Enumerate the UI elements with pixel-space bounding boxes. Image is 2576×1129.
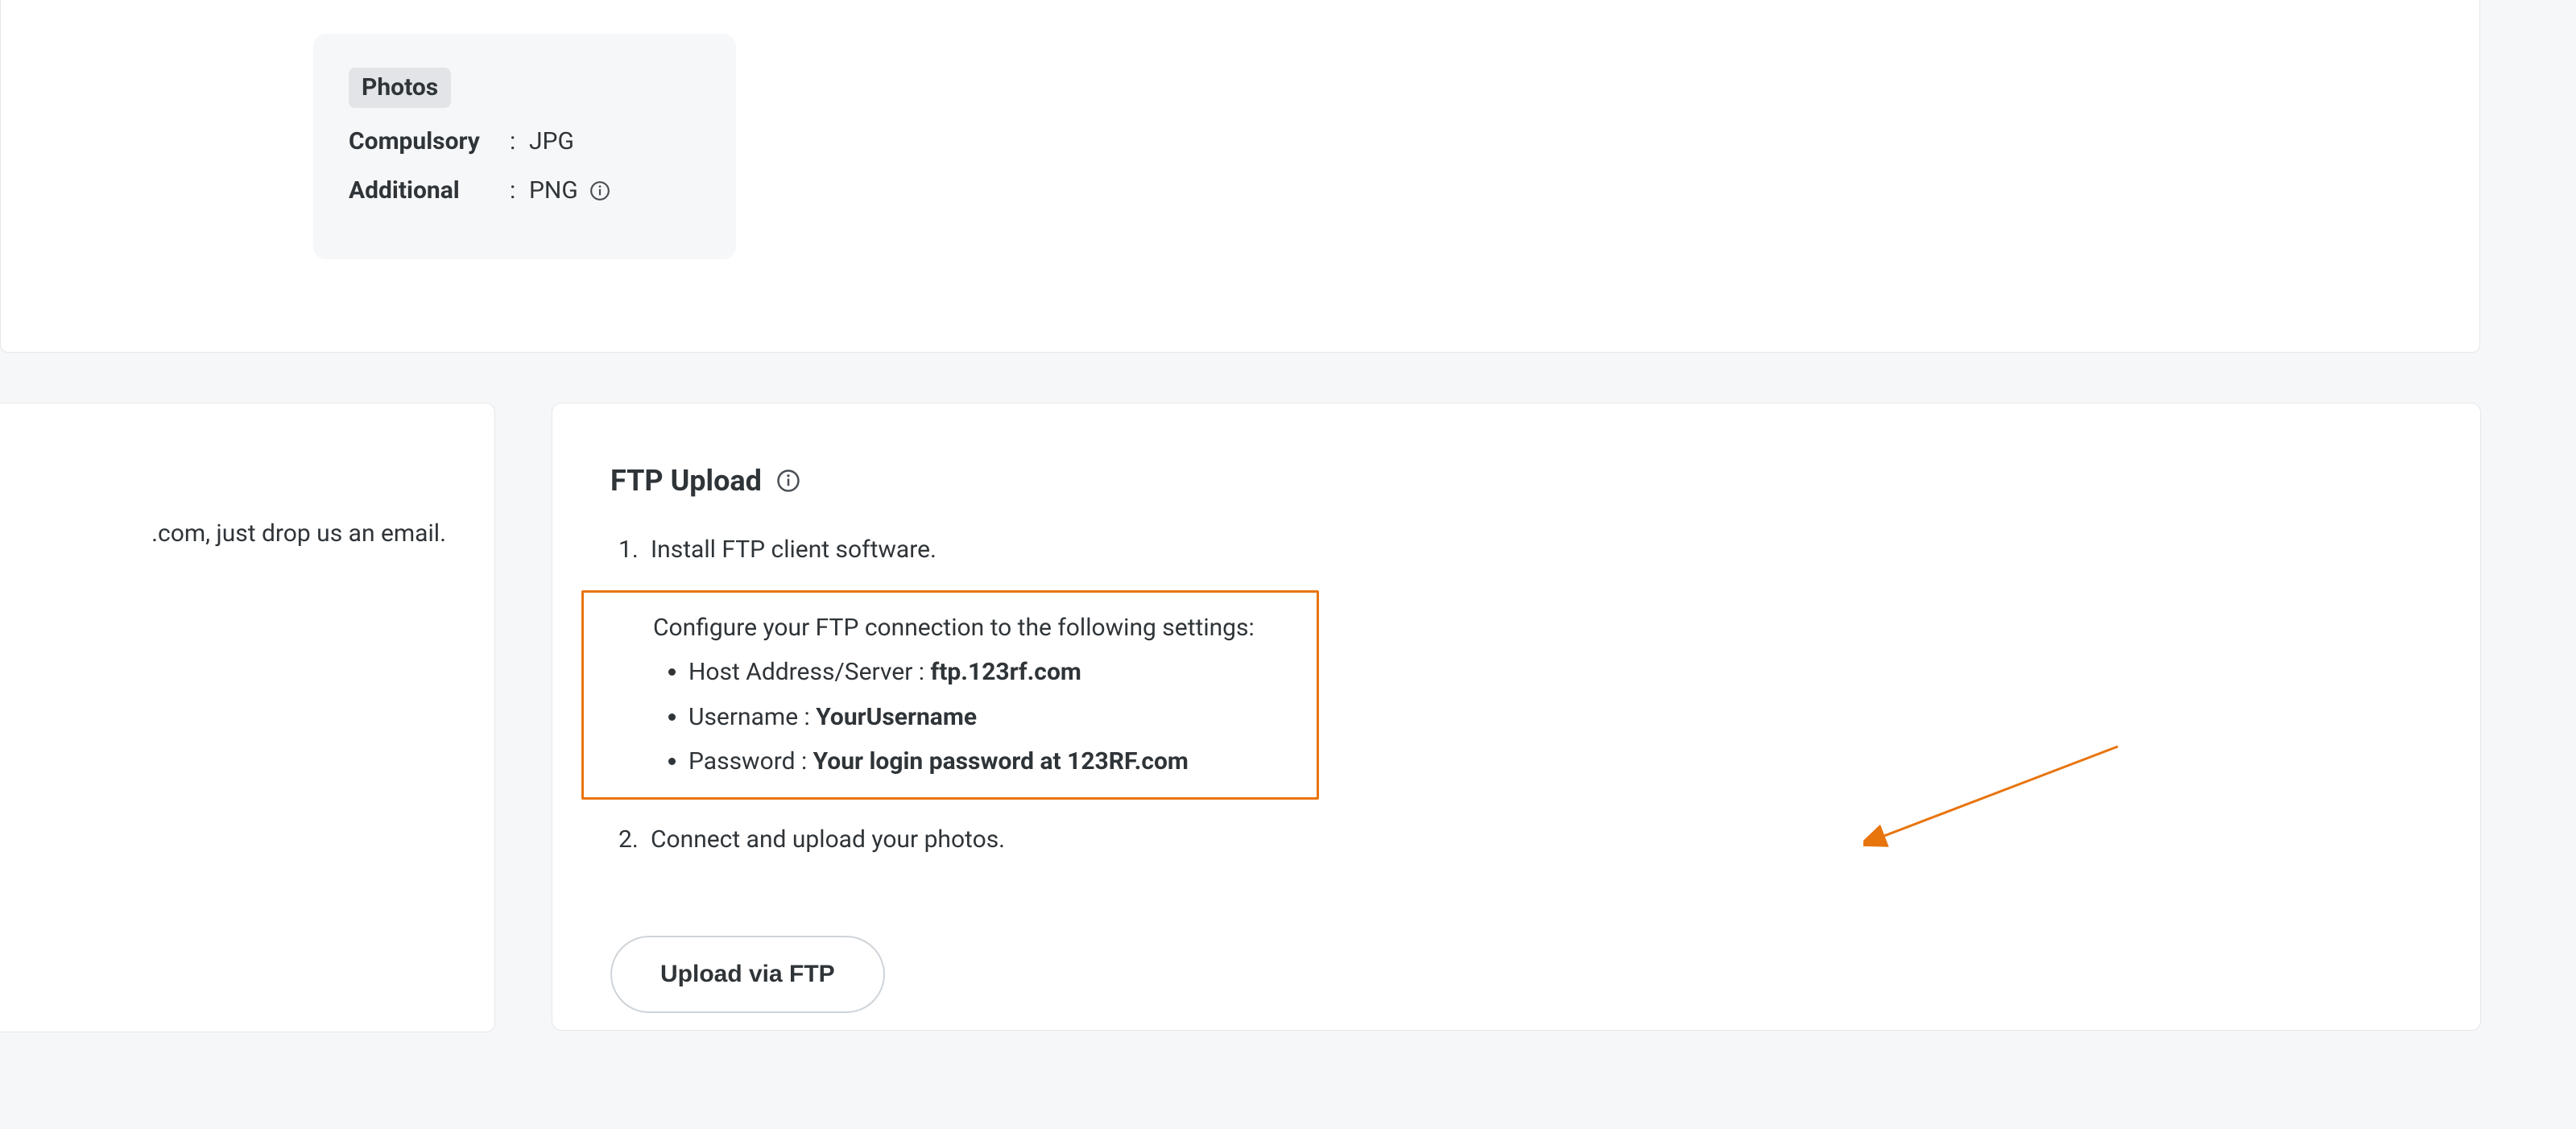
button-label: Upload via FTP (660, 961, 835, 988)
ftp-settings-list: Host Address/Server : ftp.123rf.com User… (688, 655, 1302, 780)
ftp-upload-heading: FTP Upload (610, 460, 2422, 502)
photos-formats-card: Photos Compulsory : JPG Additional : PNG (313, 34, 736, 259)
colon: : (510, 124, 529, 159)
setting-value: YourUsername (816, 703, 977, 731)
ftp-steps-list: Install FTP client software. Configure y… (610, 532, 2422, 857)
ftp-setting-host: Host Address/Server : ftp.123rf.com (688, 655, 1302, 690)
setting-value: Your login password at 123RF.com (813, 747, 1189, 775)
format-value: JPG (529, 124, 574, 159)
photos-badge: Photos (349, 68, 451, 108)
step-text: Configure your FTP connection to the fol… (653, 614, 1255, 642)
ftp-setting-username: Username : YourUsername (688, 700, 1302, 735)
setting-label: Host Address/Server : (688, 658, 931, 686)
format-key: Additional (349, 173, 510, 209)
ftp-upload-card: FTP Upload Install FTP client software. … (552, 403, 2481, 1031)
colon: : (510, 173, 529, 209)
ftp-step-2: Configure your FTP connection to the fol… (584, 610, 1302, 780)
step-text: Connect and upload your photos. (651, 825, 1005, 854)
top-panel: Photos Compulsory : JPG Additional : PNG (0, 0, 2480, 353)
step-text: Install FTP client software. (651, 536, 937, 564)
format-value: PNG (529, 173, 578, 209)
format-row-additional: Additional : PNG (349, 173, 701, 209)
info-icon[interactable] (589, 180, 610, 201)
ftp-step-3: Connect and upload your photos. (610, 822, 2422, 858)
setting-label: Username : (688, 703, 816, 731)
setting-label: Password : (688, 747, 813, 775)
ftp-step-1: Install FTP client software. (610, 532, 2422, 568)
setting-value: ftp.123rf.com (931, 658, 1081, 686)
format-row-compulsory: Compulsory : JPG (349, 124, 701, 159)
email-help-text: .com, just drop us an email. (151, 516, 446, 552)
ftp-setting-password: Password : Your login password at 123RF.… (688, 744, 1302, 780)
ftp-step-2-highlight: Configure your FTP connection to the fol… (581, 590, 1319, 800)
ftp-title-text: FTP Upload (610, 460, 762, 502)
info-icon[interactable] (776, 469, 800, 493)
upload-via-ftp-button[interactable]: Upload via FTP (610, 936, 885, 1013)
format-key: Compulsory (349, 124, 510, 159)
email-help-card: .com, just drop us an email. (0, 403, 495, 1032)
